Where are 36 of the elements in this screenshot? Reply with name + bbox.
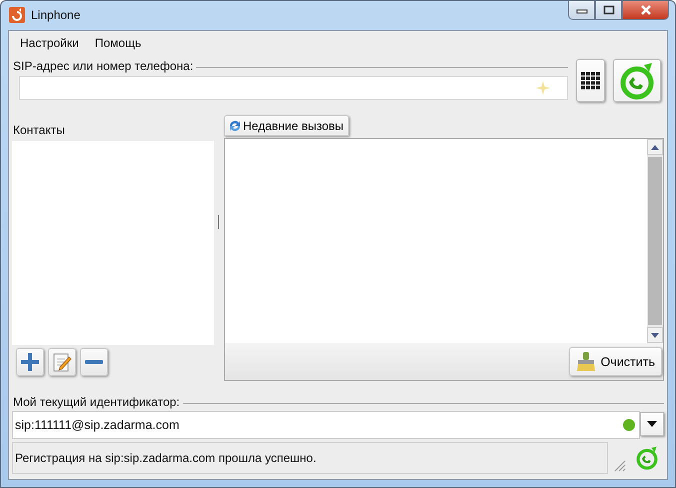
dropdown-button[interactable] [640,412,664,436]
scroll-down-icon[interactable] [651,332,659,338]
sip-address-field[interactable] [19,76,568,100]
sparkle-icon [536,81,550,95]
maximize-button[interactable] [595,1,622,20]
identity-field[interactable]: sip:111111@sip.zadarma.com [12,411,640,439]
identity-label: Мой текущий идентификатор: [13,395,180,409]
scroll-up-icon[interactable] [651,144,659,150]
contacts-label: Контакты [13,123,66,137]
caret-icon [647,421,657,427]
plus-icon [20,352,40,372]
resize-grip-icon[interactable] [612,458,626,472]
close-button[interactable] [622,1,669,20]
remove-contact-button[interactable] [80,348,108,376]
add-contact-button[interactable] [16,348,44,376]
refresh-icon [228,118,242,132]
scrollbar[interactable] [647,139,663,343]
menu-item[interactable]: Помощь [94,36,142,52]
menu-item[interactable]: Настройки [20,36,79,52]
maximize-icon [602,5,614,15]
minimize-button[interactable] [568,1,595,20]
window-title: Linphone [31,8,80,22]
edit-contact-button[interactable] [48,348,76,376]
sip-address-label: SIP-адрес или номер телефона: [13,59,194,73]
close-icon [638,5,652,15]
dialpad-icon [580,72,600,90]
dialpad-button[interactable] [576,59,605,102]
minus-icon [85,360,103,364]
recent-calls-tab[interactable]: Недавние вызовы [224,115,349,136]
status-bar: Регистрация на sip:sip.zadarma.com прошла успешно. [12,442,608,474]
linphone-logo-icon [634,446,660,470]
call-button[interactable] [613,59,661,102]
edit-icon [52,352,72,372]
broom-icon [574,352,597,372]
app-logo-icon [9,7,25,23]
clear-button[interactable]: Очистить [568,347,662,376]
